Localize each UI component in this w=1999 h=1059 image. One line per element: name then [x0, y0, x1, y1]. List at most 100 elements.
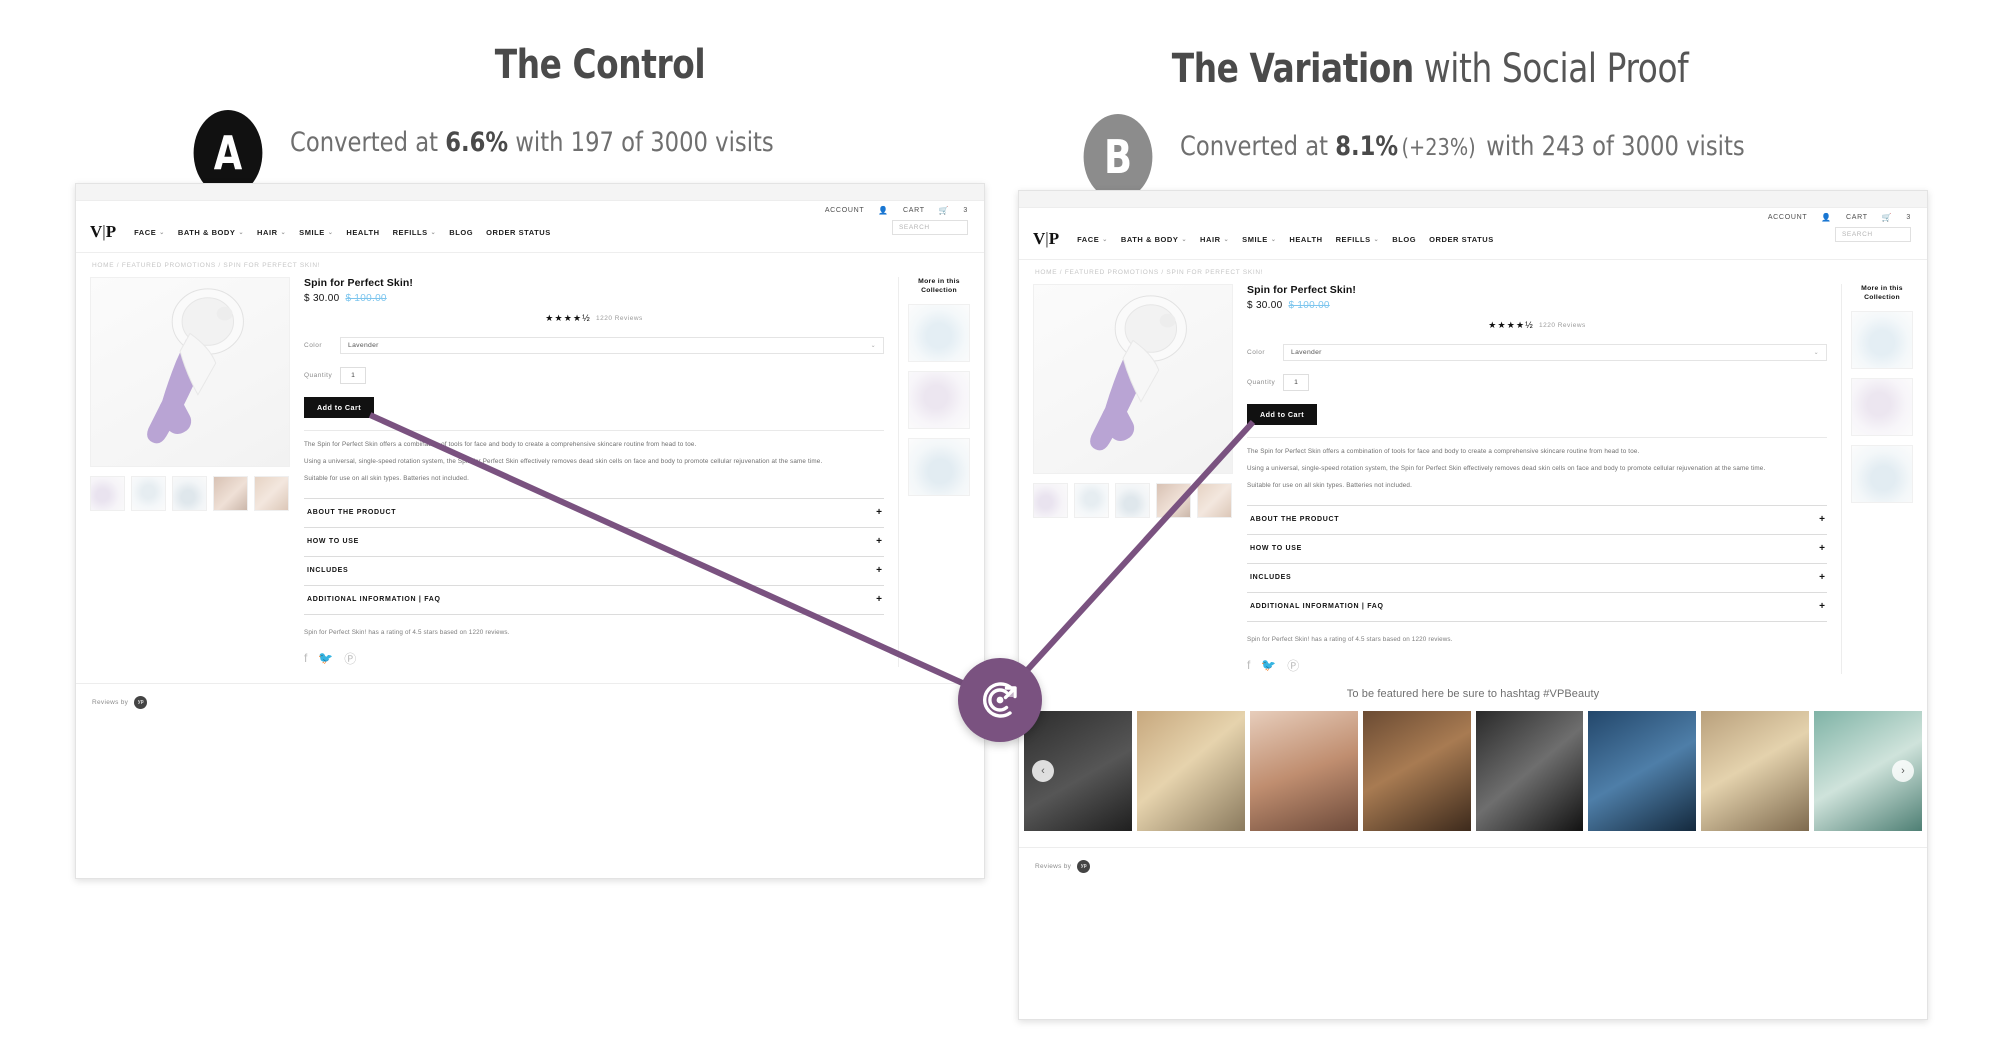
rating-sentence-b: Spin for Perfect Skin! has a rating of 4…: [1247, 635, 1453, 643]
nav-item-health[interactable]: HEALTH: [1289, 235, 1322, 244]
search-input-b[interactable]: SEARCH: [1835, 227, 1911, 242]
nav-item-hair[interactable]: HAIR ⌄: [1200, 235, 1229, 244]
product-hero-image-b[interactable]: [1033, 284, 1233, 474]
product-layout-a: Spin for Perfect Skin! $ 30.00 $ 100.00 ★…: [76, 271, 984, 667]
ugc-tile[interactable]: [1475, 710, 1584, 831]
nav-item-bath-body[interactable]: BATH & BODY ⌄: [178, 228, 244, 237]
nav-item-blog[interactable]: BLOG: [449, 228, 473, 237]
product-hero-image-a[interactable]: [90, 277, 290, 467]
accordion-item-how-to-use-b[interactable]: HOW TO USE +: [1247, 533, 1827, 563]
nav-label: SMILE: [1242, 234, 1268, 244]
twitter-icon[interactable]: 🐦: [318, 651, 333, 665]
chevron-down-icon: ⌄: [280, 229, 287, 236]
accordion-item-additional-information-faq-b[interactable]: ADDITIONAL INFORMATION | FAQ +: [1247, 591, 1827, 622]
nav-label: HEALTH: [1289, 234, 1323, 244]
nav-links-a: FACE ⌄ BATH & BODY ⌄ HAIR ⌄ SMILE ⌄ HEALTH R…: [134, 228, 551, 237]
account-link-a[interactable]: ACCOUNT: [825, 207, 865, 214]
variation-lift: (+23%): [1401, 135, 1476, 161]
quantity-input-a[interactable]: 1: [340, 367, 366, 384]
accordion-item-additional-information-faq-a[interactable]: ADDITIONAL INFORMATION | FAQ +: [304, 584, 884, 615]
more-collection-b: More in this Collection: [1841, 284, 1913, 674]
ugc-tile[interactable]: [1362, 710, 1471, 831]
accordion-item-how-to-use-a[interactable]: HOW TO USE +: [304, 526, 884, 556]
nav-item-order-status[interactable]: ORDER STATUS: [1429, 235, 1494, 244]
accordion-item-about-the-product-a[interactable]: ABOUT THE PRODUCT +: [304, 497, 884, 527]
cart-link-a[interactable]: CART: [903, 207, 925, 214]
collection-thumb[interactable]: [1851, 378, 1913, 437]
accordion-item-includes-a[interactable]: INCLUDES +: [304, 555, 884, 585]
nav-item-smile[interactable]: SMILE ⌄: [1242, 235, 1276, 244]
accordion-item-about-the-product-b[interactable]: ABOUT THE PRODUCT +: [1247, 504, 1827, 534]
nav-item-bath-body[interactable]: BATH & BODY ⌄: [1121, 235, 1187, 244]
variation-stat-suffix: with 243 of 3000 visits: [1479, 131, 1745, 162]
nav-item-refills[interactable]: REFILLS ⌄: [1336, 235, 1380, 244]
nav-label: ORDER STATUS: [486, 227, 551, 237]
search-input-a[interactable]: SEARCH: [892, 220, 968, 235]
gallery-thumb[interactable]: [131, 476, 166, 511]
twitter-icon[interactable]: 🐦: [1261, 658, 1276, 672]
pinterest-icon[interactable]: Ⓟ: [1287, 657, 1299, 674]
plus-icon: +: [1819, 571, 1825, 583]
cart-count-a: 3: [963, 207, 968, 214]
ugc-tile[interactable]: [1249, 710, 1358, 831]
nav-item-face[interactable]: FACE ⌄: [1077, 235, 1108, 244]
gallery-a: [90, 277, 290, 667]
quantity-input-b[interactable]: 1: [1283, 374, 1309, 391]
facebook-icon[interactable]: f: [1247, 658, 1250, 672]
pinterest-icon[interactable]: Ⓟ: [344, 650, 356, 667]
gallery-thumb[interactable]: [172, 476, 207, 511]
site-logo-a[interactable]: V|P: [90, 222, 116, 242]
product-description-p1-a: The Spin for Perfect Skin offers a combi…: [304, 441, 697, 448]
color-select-b[interactable]: Lavender ⌄: [1283, 344, 1827, 361]
nav-item-hair[interactable]: HAIR ⌄: [257, 228, 286, 237]
collection-thumb[interactable]: [908, 438, 970, 497]
nav-item-smile[interactable]: SMILE ⌄: [299, 228, 333, 237]
gallery-thumb[interactable]: [254, 476, 289, 511]
ugc-tile[interactable]: [1136, 710, 1245, 831]
account-link-b[interactable]: ACCOUNT: [1768, 214, 1808, 221]
gallery-thumb[interactable]: [1115, 483, 1150, 518]
add-to-cart-button-b[interactable]: Add to Cart: [1247, 404, 1318, 425]
gallery-thumb[interactable]: [213, 476, 248, 511]
product-current-price: $ 30.00: [1247, 300, 1283, 311]
gallery-thumb[interactable]: [1156, 483, 1191, 518]
chevron-down-icon: ⌄: [1813, 350, 1819, 356]
product-info-b: Spin for Perfect Skin! $ 30.00 $ 100.00 ★…: [1247, 284, 1827, 674]
collection-thumb[interactable]: [1851, 311, 1913, 370]
cart-link-b[interactable]: CART: [1846, 214, 1868, 221]
site-logo-b[interactable]: V|P: [1033, 229, 1059, 249]
nav-item-order-status[interactable]: ORDER STATUS: [486, 228, 551, 237]
nav-item-face[interactable]: FACE ⌄: [134, 228, 165, 237]
nav-item-blog[interactable]: BLOG: [1392, 235, 1416, 244]
gallery-thumb[interactable]: [90, 476, 125, 511]
accordion-item-includes-b[interactable]: INCLUDES +: [1247, 562, 1827, 592]
breadcrumb-a: HOME / FEATURED PROMOTIONS / SPIN FOR PE…: [92, 262, 321, 269]
chevron-down-icon: ⌄: [327, 229, 334, 236]
carousel-prev-icon[interactable]: ‹: [1032, 759, 1054, 782]
color-select-a[interactable]: Lavender ⌄: [340, 337, 884, 354]
collection-thumb[interactable]: [908, 304, 970, 363]
nav-label: BATH & BODY: [177, 227, 236, 237]
accordion-label: ABOUT THE PRODUCT: [1250, 516, 1340, 524]
user-icon: 👤: [1821, 213, 1832, 222]
add-to-cart-button-a[interactable]: Add to Cart: [304, 397, 375, 418]
collection-thumb[interactable]: [908, 371, 970, 430]
gallery-thumb[interactable]: [1074, 483, 1109, 518]
window-a-topbar: [76, 184, 984, 201]
accordion-label: ADDITIONAL INFORMATION | FAQ: [307, 596, 441, 604]
reviews-by-b: Reviews by yp: [1019, 846, 1927, 883]
ugc-tile[interactable]: [1588, 710, 1697, 831]
rating-row-b: ★★★★½ 1220 Reviews: [1247, 320, 1827, 331]
carousel-next-icon[interactable]: ›: [1892, 759, 1914, 782]
nav-item-health[interactable]: HEALTH: [346, 228, 379, 237]
color-value-a: Lavender: [348, 342, 379, 349]
facebook-icon[interactable]: f: [304, 651, 307, 665]
gallery-thumb[interactable]: [1197, 483, 1232, 518]
collection-thumb[interactable]: [1851, 445, 1913, 504]
ugc-carousel: ‹ ›: [1019, 710, 1927, 831]
nav-item-refills[interactable]: REFILLS ⌄: [393, 228, 437, 237]
ugc-tile[interactable]: [1701, 710, 1810, 831]
accordion-label: INCLUDES: [1250, 574, 1292, 582]
quantity-label-a: Quantity: [304, 372, 333, 379]
gallery-thumb[interactable]: [1033, 483, 1068, 518]
